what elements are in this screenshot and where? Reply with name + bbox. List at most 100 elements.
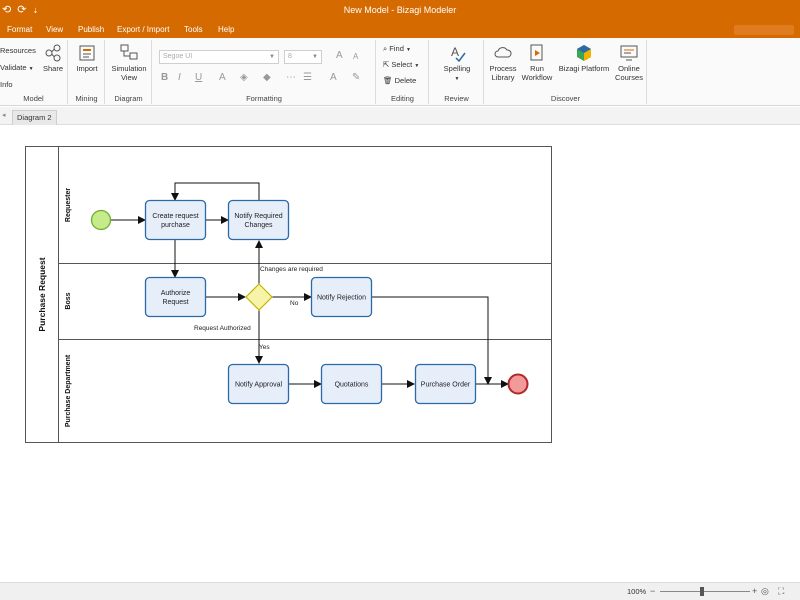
menu-tools[interactable]: Tools <box>184 25 203 34</box>
group-label-editing: Editing <box>391 94 414 103</box>
line-style-icon[interactable]: ⋯ <box>286 72 296 83</box>
bizagi-platform-label: Bizagi Platform <box>558 64 610 73</box>
tab-diagram-2[interactable]: Diagram 2 <box>12 110 57 125</box>
dropdown-icon: ▼ <box>454 76 460 82</box>
title-bar: ⟲⟳⇣ New Model - Bizagi Modeler <box>0 0 800 22</box>
font-family-select[interactable]: Segoe UI ▼ <box>159 50 279 64</box>
zoom-out-icon[interactable]: − <box>650 586 655 596</box>
task-authorize-line2: Request <box>162 299 188 306</box>
group-diagram: Simulation View Diagram <box>106 40 152 104</box>
line-color-icon[interactable]: ◆ <box>263 72 271 83</box>
task-create-request[interactable]: Create request purchase <box>144 199 207 241</box>
bold-icon[interactable]: B <box>161 72 168 83</box>
menu-export-import[interactable]: Export / Import <box>117 25 169 34</box>
select-label: Select <box>391 60 413 69</box>
select-button[interactable]: ⇱ Select ▼ <box>383 60 419 69</box>
dropdown-icon: ▼ <box>28 66 34 72</box>
fill-color-icon[interactable]: ◈ <box>240 72 248 83</box>
zoom-slider-thumb[interactable] <box>700 587 704 596</box>
simulation-icon <box>120 44 138 60</box>
shrink-font-icon[interactable]: A <box>353 52 358 61</box>
task-create-line1: Create request <box>152 213 198 220</box>
font-size-value: 8 <box>288 53 292 60</box>
underline-icon[interactable]: U <box>195 72 202 83</box>
task-create-line2: purchase <box>161 222 190 229</box>
select-icon: ⇱ <box>383 60 390 69</box>
start-event[interactable] <box>90 209 112 231</box>
font-size-select[interactable]: 8 ▼ <box>284 50 322 64</box>
diagram-canvas[interactable]: Purchase Request Requester Boss Purchase… <box>0 126 800 582</box>
align-icon[interactable]: ☰ <box>303 72 312 83</box>
tab-scroll-left-icon[interactable]: ◂ <box>2 111 6 119</box>
label-request-authorized: Request Authorized <box>194 325 251 332</box>
task-authorize-line1: Authorize <box>161 290 191 297</box>
svg-text:A: A <box>451 45 459 59</box>
validate-button[interactable]: Validate ▼ <box>0 63 34 72</box>
bizagi-logo-icon <box>577 45 591 61</box>
group-discover: Process Library Run Workflow Bizagi Plat… <box>485 40 647 104</box>
pool-label: Purchase Request <box>37 257 47 331</box>
font-color-icon[interactable]: A <box>219 72 226 83</box>
simulation-view-button[interactable]: Simulation View <box>108 44 150 82</box>
fullscreen-icon[interactable]: ⛶ <box>778 586 784 597</box>
share-button[interactable]: Share <box>40 44 66 73</box>
menu-help[interactable]: Help <box>218 25 234 34</box>
delete-button[interactable]: 🗑 Delete <box>383 76 416 85</box>
task-notify-approval[interactable]: Notify Approval <box>227 363 290 405</box>
delete-icon: 🗑 <box>383 76 393 85</box>
format-painter-icon[interactable]: ✎ <box>352 72 360 83</box>
run-workflow-button[interactable]: Run Workflow <box>521 44 553 82</box>
online-courses-label: Online Courses <box>615 64 643 82</box>
run-workflow-icon <box>530 44 543 61</box>
group-label-review: Review <box>444 94 469 103</box>
dropdown-icon: ▼ <box>405 47 411 53</box>
spelling-button[interactable]: A Spelling ▼ <box>434 44 480 84</box>
import-icon <box>79 45 95 61</box>
task-authorize-request[interactable]: Authorize Request <box>144 276 207 318</box>
fit-page-icon[interactable]: ◎ <box>761 586 769 597</box>
simulation-label: Simulation View <box>111 64 147 82</box>
menu-format[interactable]: Format <box>7 25 32 34</box>
task-purchase-order[interactable]: Purchase Order <box>414 363 477 405</box>
task-rejection-label: Notify Rejection <box>317 295 366 302</box>
task-notify-rejection[interactable]: Notify Rejection <box>310 276 373 318</box>
find-label: Find <box>389 44 404 53</box>
clear-format-icon[interactable]: A <box>330 72 337 83</box>
group-label-mining: Mining <box>75 94 98 103</box>
delete-label: Delete <box>394 76 417 85</box>
search-icon: ⌕ <box>383 44 388 53</box>
process-library-button[interactable]: Process Library <box>487 44 519 82</box>
info-button[interactable]: Info <box>0 80 13 89</box>
lane-label-purchase-department[interactable]: Purchase Department <box>65 354 72 427</box>
status-bar: 100% − + ◎ ⛶ <box>0 582 800 600</box>
lane-label-requester[interactable]: Requester <box>65 188 72 223</box>
bpmn-diagram: Purchase Request Requester Boss Purchase… <box>25 146 552 443</box>
task-quotations[interactable]: Quotations <box>320 363 383 405</box>
menu-publish[interactable]: Publish <box>78 25 104 34</box>
spelling-label: Spelling <box>443 64 471 73</box>
courses-icon <box>620 45 638 61</box>
task-notify-line2: Changes <box>244 222 273 229</box>
grow-font-icon[interactable]: A <box>336 50 343 61</box>
ribbon: Resources Validate ▼ Info Share Model Im… <box>0 38 800 106</box>
group-editing: ⌕ Find ▼ ⇱ Select ▼ 🗑 Delete Editing <box>377 40 429 104</box>
process-library-label: Process Library <box>489 64 517 82</box>
zoom-level: 100% <box>627 587 647 596</box>
zoom-in-icon[interactable]: + <box>752 586 757 596</box>
task-approval-label: Notify Approval <box>235 382 283 389</box>
zoom-slider[interactable] <box>660 587 750 596</box>
menu-view[interactable]: View <box>46 25 63 34</box>
group-mining: Import Mining <box>69 40 105 104</box>
import-button[interactable]: Import <box>71 44 103 73</box>
lane-label-boss[interactable]: Boss <box>65 292 72 309</box>
bizagi-platform-button[interactable]: Bizagi Platform <box>557 44 611 73</box>
task-notify-required-changes[interactable]: Notify Required Changes <box>227 199 290 241</box>
online-courses-button[interactable]: Online Courses <box>613 44 645 82</box>
group-label-formatting: Formatting <box>246 94 282 103</box>
resources-button[interactable]: Resources <box>0 46 36 55</box>
find-button[interactable]: ⌕ Find ▼ <box>383 44 411 54</box>
italic-icon[interactable]: I <box>178 72 181 83</box>
end-event[interactable] <box>507 373 529 395</box>
group-label-diagram: Diagram <box>114 94 143 103</box>
account-area[interactable] <box>734 25 794 35</box>
